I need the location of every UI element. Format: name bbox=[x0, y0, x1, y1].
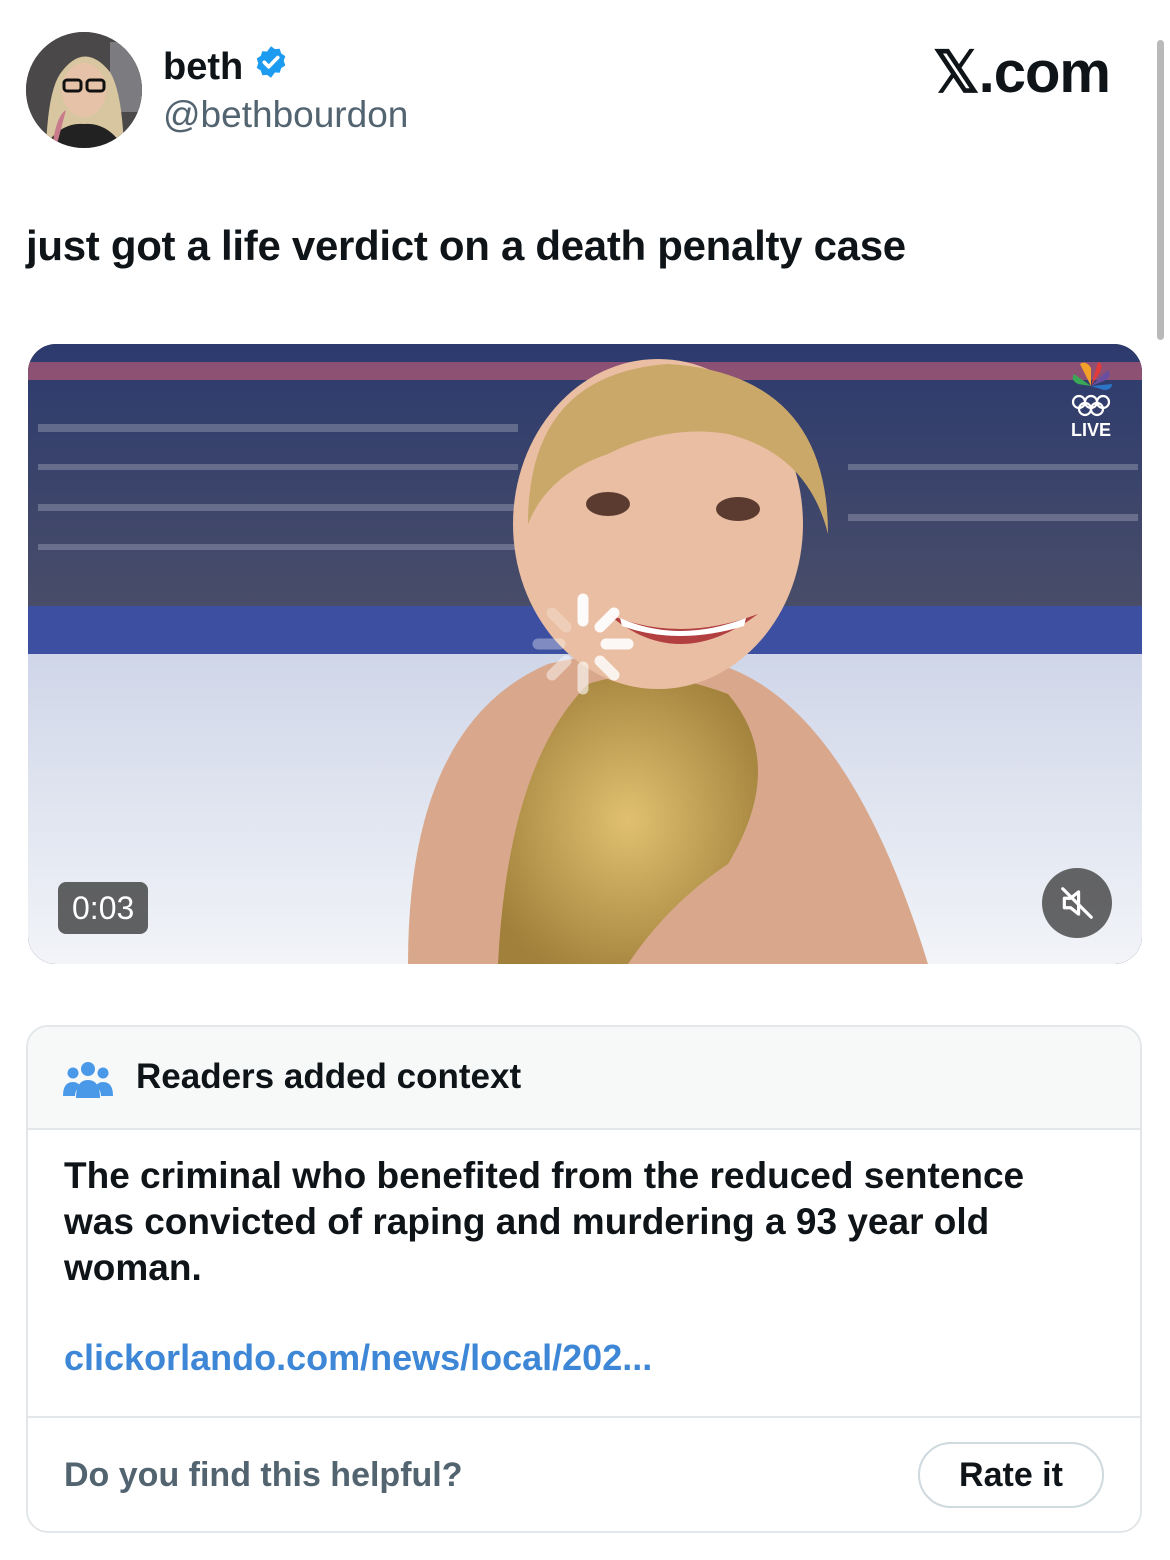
avatar[interactable] bbox=[26, 32, 142, 148]
community-note-card: Readers added context The criminal who b… bbox=[26, 1025, 1142, 1533]
mute-toggle-button[interactable] bbox=[1042, 868, 1112, 938]
loading-spinner-icon bbox=[532, 593, 634, 695]
live-label: LIVE bbox=[1070, 420, 1111, 440]
verified-badge-icon bbox=[253, 44, 289, 90]
video-player[interactable]: LIVE 0:03 bbox=[28, 344, 1142, 964]
network-live-badge: LIVE bbox=[1056, 356, 1126, 446]
helpful-question: Do you find this helpful? bbox=[64, 1456, 463, 1494]
avatar-image bbox=[26, 32, 142, 148]
community-note-title: Readers added context bbox=[136, 1057, 522, 1096]
muted-speaker-icon bbox=[1061, 887, 1093, 919]
video-timestamp: 0:03 bbox=[58, 882, 149, 934]
community-note-header: Readers added context bbox=[28, 1027, 1140, 1130]
author-name-row[interactable]: beth bbox=[163, 44, 289, 90]
peacock-logo-icon bbox=[1071, 362, 1112, 417]
community-note-footer: Do you find this helpful? Rate it bbox=[28, 1416, 1140, 1531]
author-handle[interactable]: @bethbourdon bbox=[163, 94, 408, 136]
scrollbar[interactable] bbox=[1157, 40, 1164, 340]
community-note-body: The criminal who benefited from the redu… bbox=[64, 1155, 1025, 1288]
tweet-text: just got a life verdict on a death penal… bbox=[26, 222, 906, 269]
rate-it-button[interactable]: Rate it bbox=[918, 1442, 1104, 1508]
community-note-link[interactable]: clickorlando.com/news/local/202... bbox=[64, 1337, 652, 1379]
brand-logo: 𝕏.com bbox=[932, 40, 1111, 105]
people-icon bbox=[63, 1060, 113, 1105]
author-name[interactable]: beth bbox=[163, 46, 243, 89]
olympic-rings-icon bbox=[1071, 394, 1111, 417]
